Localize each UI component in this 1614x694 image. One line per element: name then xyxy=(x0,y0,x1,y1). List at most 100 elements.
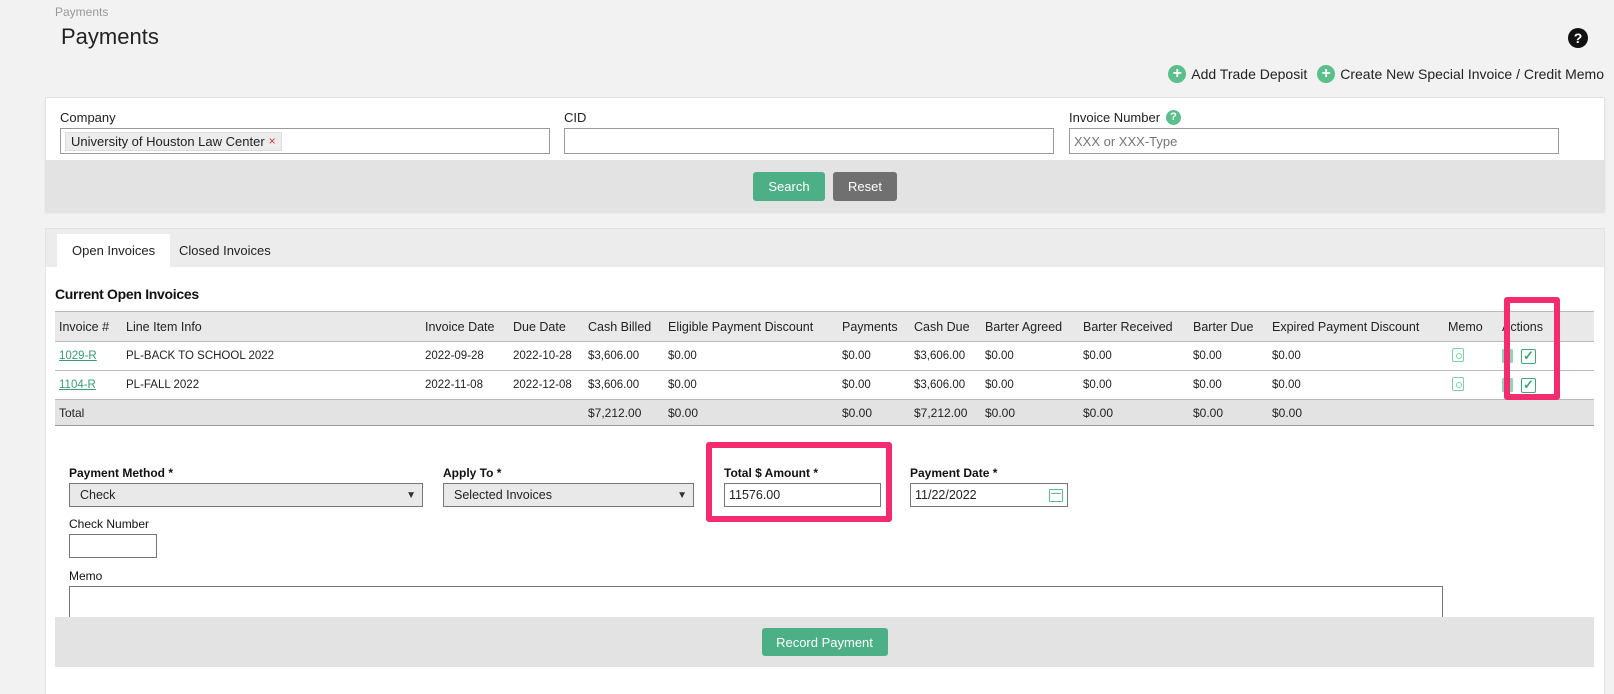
column-header[interactable]: Cash Due xyxy=(910,311,981,342)
column-header[interactable]: Barter Received xyxy=(1079,311,1189,342)
cash-due-cell: $3,606.00 xyxy=(910,341,981,371)
column-header[interactable]: Invoice # xyxy=(55,311,122,342)
payment-date-field: Payment Date * 11/22/2022 xyxy=(910,466,1068,507)
company-input[interactable]: University of Houston Law Center × xyxy=(60,128,550,154)
invoice-date-cell: 2022-11-08 xyxy=(421,370,509,400)
column-header[interactable]: Expired Payment Discount xyxy=(1268,311,1444,342)
table-row: 1104-R PL-FALL 2022 2022-11-08 2022-12-0… xyxy=(55,370,1594,400)
apply-to-label: Apply To * xyxy=(443,466,502,480)
expired-discount-cell: $0.00 xyxy=(1268,370,1444,400)
check-number-label: Check Number xyxy=(69,517,150,531)
total-expired-discount: $0.00 xyxy=(1268,399,1444,426)
barter-received-cell: $0.00 xyxy=(1079,370,1189,400)
invoice-link[interactable]: 1029-R xyxy=(59,350,97,362)
invoice-link[interactable]: 1104-R xyxy=(59,379,96,391)
invoice-number-filter: Invoice Number ? xyxy=(1069,110,1559,154)
filter-panel: Company University of Houston Law Center… xyxy=(45,97,1605,213)
barter-received-cell: $0.00 xyxy=(1079,341,1189,371)
breadcrumb[interactable]: Payments xyxy=(55,5,108,19)
reset-button[interactable]: Reset xyxy=(833,172,897,201)
highlight-box-actions xyxy=(1504,297,1560,400)
column-header[interactable]: Cash Billed xyxy=(584,311,664,342)
memo-field: Memo xyxy=(69,569,1443,622)
filter-footer: Search Reset xyxy=(46,160,1604,213)
record-payment-button[interactable]: Record Payment xyxy=(761,628,888,656)
invoice-number-label: Invoice Number xyxy=(1069,110,1161,125)
column-header[interactable]: Eligible Payment Discount xyxy=(664,311,838,342)
remove-chip-icon[interactable]: × xyxy=(269,134,276,148)
payment-date-label: Payment Date * xyxy=(910,466,998,480)
memo-search-icon[interactable] xyxy=(1452,347,1464,362)
due-date-cell: 2022-12-08 xyxy=(509,370,584,400)
payment-method-select[interactable]: Check ▼ xyxy=(69,483,423,507)
invoice-date-cell: 2022-09-28 xyxy=(421,341,509,371)
invoices-table: Invoice # Line Item Info Invoice Date Du… xyxy=(55,311,1594,426)
cid-input[interactable] xyxy=(564,128,1054,154)
section-title: Current Open Invoices xyxy=(55,286,199,302)
question-icon[interactable]: ? xyxy=(1166,110,1182,125)
barter-due-cell: $0.00 xyxy=(1189,370,1268,400)
cash-billed-cell: $3,606.00 xyxy=(584,370,664,400)
memo-label: Memo xyxy=(69,569,103,583)
total-payments: $0.00 xyxy=(838,399,910,426)
payments-cell: $0.00 xyxy=(838,370,910,400)
plus-circle-icon: + xyxy=(1168,65,1187,83)
check-number-input[interactable] xyxy=(69,534,157,558)
column-header: Memo xyxy=(1444,311,1498,342)
search-button[interactable]: Search xyxy=(753,172,825,201)
apply-to-field: Apply To * Selected Invoices ▼ xyxy=(443,466,694,507)
tab-open-invoices[interactable]: Open Invoices xyxy=(57,234,171,267)
highlight-box-amount xyxy=(706,442,892,522)
payment-date-value: 11/22/2022 xyxy=(915,488,977,502)
cash-due-cell: $3,606.00 xyxy=(910,370,981,400)
column-header[interactable]: Due Date xyxy=(509,311,584,342)
barter-agreed-cell: $0.00 xyxy=(981,341,1079,371)
create-special-invoice-label: Create New Special Invoice / Credit Memo xyxy=(1340,66,1604,82)
total-row: Total $7,212.00 $0.00 $0.00 $7,212.00 $0… xyxy=(55,399,1594,426)
barter-agreed-cell: $0.00 xyxy=(981,370,1079,400)
memo-search-icon[interactable] xyxy=(1452,376,1464,391)
table-row: 1029-R PL-BACK TO SCHOOL 2022 2022-09-28… xyxy=(55,341,1594,371)
company-chip: University of Houston Law Center × xyxy=(65,131,282,151)
calendar-icon[interactable] xyxy=(1049,488,1063,502)
company-filter: Company University of Houston Law Center… xyxy=(60,110,550,154)
record-payment-bar: Record Payment xyxy=(55,617,1594,667)
total-label: Total xyxy=(55,399,122,426)
check-number-field: Check Number xyxy=(69,517,157,558)
apply-to-select[interactable]: Selected Invoices ▼ xyxy=(443,483,694,507)
total-cash-billed: $7,212.00 xyxy=(584,399,664,426)
add-trade-deposit-label: Add Trade Deposit xyxy=(1191,66,1308,82)
column-header[interactable]: Barter Due xyxy=(1189,311,1268,342)
table-header-row: Invoice # Line Item Info Invoice Date Du… xyxy=(55,311,1594,342)
eligible-discount-cell: $0.00 xyxy=(664,370,838,400)
payment-method-label: Payment Method * xyxy=(69,466,174,480)
create-special-invoice-button[interactable]: + Create New Special Invoice / Credit Me… xyxy=(1317,65,1604,83)
column-header[interactable]: Payments xyxy=(838,311,910,342)
expired-discount-cell: $0.00 xyxy=(1268,341,1444,371)
payment-method-field: Payment Method * Check ▼ xyxy=(69,466,423,507)
payment-date-input[interactable]: 11/22/2022 xyxy=(910,483,1068,507)
column-header[interactable]: Invoice Date xyxy=(421,311,509,342)
tab-bar: Open Invoices Closed Invoices xyxy=(46,229,1604,267)
top-actions: + Add Trade Deposit + Create New Special… xyxy=(1168,65,1604,83)
help-icon[interactable]: ? xyxy=(1568,28,1588,48)
eligible-discount-cell: $0.00 xyxy=(664,341,838,371)
barter-due-cell: $0.00 xyxy=(1189,341,1268,371)
column-header[interactable]: Line Item Info xyxy=(122,311,421,342)
total-barter-due: $0.00 xyxy=(1189,399,1268,426)
cid-filter: CID xyxy=(564,110,1054,154)
due-date-cell: 2022-10-28 xyxy=(509,341,584,371)
column-header[interactable]: Barter Agreed xyxy=(981,311,1079,342)
tab-closed-invoices[interactable]: Closed Invoices xyxy=(164,234,286,267)
invoice-number-input[interactable] xyxy=(1069,128,1559,154)
cid-label: CID xyxy=(564,110,587,125)
chevron-down-icon: ▼ xyxy=(677,489,687,501)
total-cash-due: $7,212.00 xyxy=(910,399,981,426)
left-strip xyxy=(0,0,12,694)
total-barter-received: $0.00 xyxy=(1079,399,1189,426)
add-trade-deposit-button[interactable]: + Add Trade Deposit xyxy=(1168,65,1307,83)
total-barter-agreed: $0.00 xyxy=(981,399,1079,426)
cash-billed-cell: $3,606.00 xyxy=(584,341,664,371)
plus-circle-icon: + xyxy=(1317,65,1336,83)
company-label: Company xyxy=(60,110,116,125)
